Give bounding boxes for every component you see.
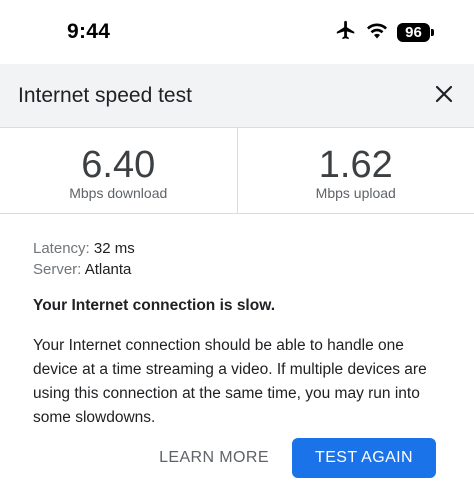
test-again-button[interactable]: TEST AGAIN [292,438,436,478]
learn-more-button[interactable]: LEARN MORE [150,438,278,478]
battery-level: 96 [397,22,430,42]
page-title: Internet speed test [18,84,192,107]
status-description: Your Internet connection should be able … [33,337,427,426]
download-result: 6.40 Mbps download [0,128,237,213]
battery-cap [431,28,434,36]
status-bar: 9:44 96 [0,0,474,64]
upload-result: 1.62 Mbps upload [236,128,474,213]
upload-value: 1.62 [318,144,393,186]
upload-unit: Mbps upload [315,185,396,201]
download-value: 6.40 [81,144,156,186]
latency-label: Latency: [33,240,94,257]
close-icon [434,84,454,109]
battery-icon: 96 [397,22,434,42]
close-button[interactable] [428,80,460,112]
test-details: Latency: 32 ms Server: Atlanta [33,238,135,280]
speed-results: 6.40 Mbps download 1.62 Mbps upload [0,128,474,214]
server-row: Server: Atlanta [33,259,135,280]
server-value: Atlanta [84,261,132,278]
status-heading: Your Internet connection is slow. [33,297,275,314]
dialog-header: Internet speed test [0,64,474,128]
airplane-icon [335,19,357,46]
wifi-icon [366,21,388,44]
status-time: 9:44 [67,20,111,43]
latency-row: Latency: 32 ms [33,238,135,259]
server-label: Server: [33,261,85,278]
status-icons: 96 [335,20,434,44]
download-unit: Mbps download [69,185,168,201]
action-bar: LEARN MORE TEST AGAIN [0,438,474,478]
latency-value: 32 ms [93,240,135,257]
